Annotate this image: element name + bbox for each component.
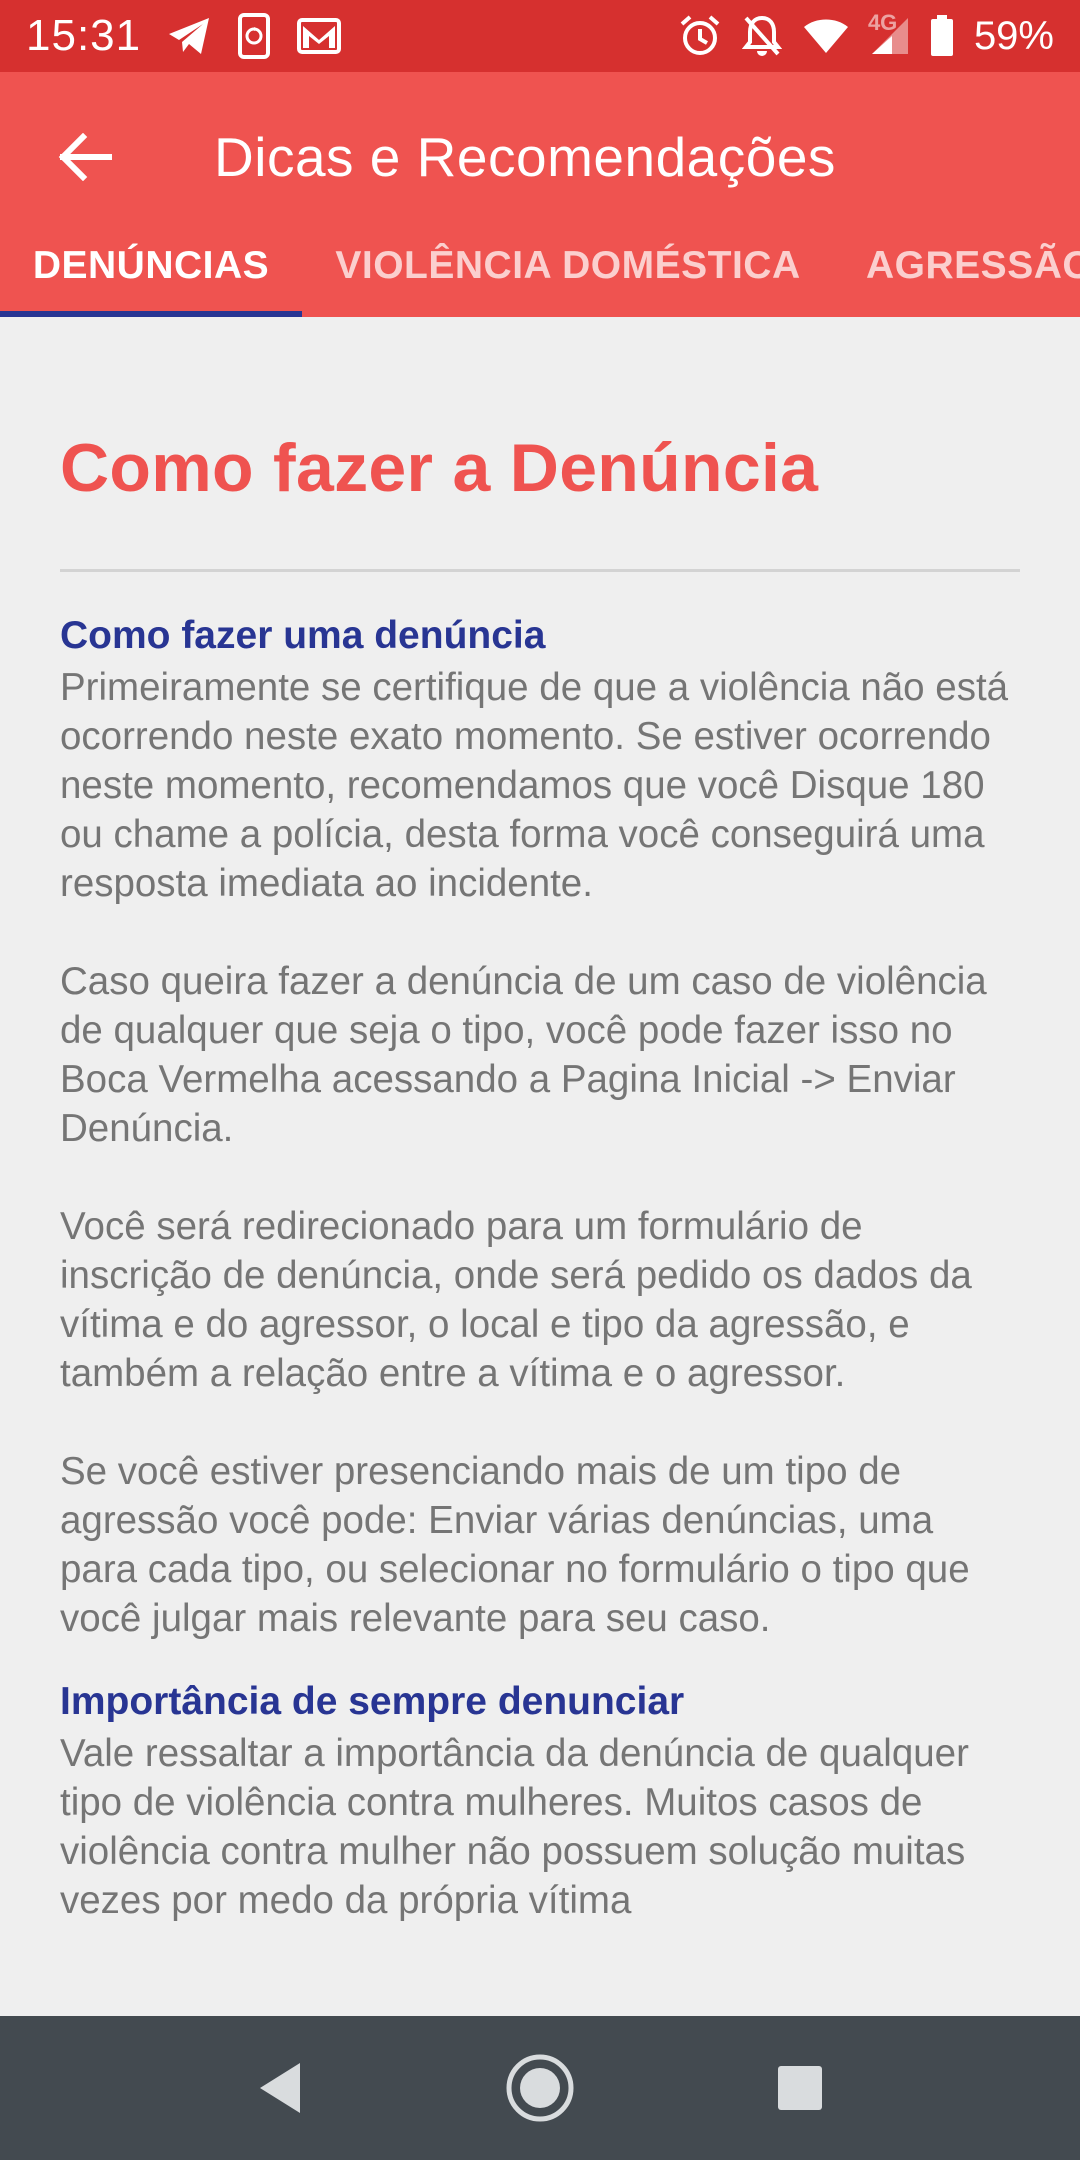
recents-square-icon bbox=[778, 2066, 822, 2110]
heading-divider bbox=[60, 569, 1020, 572]
status-time: 15:31 bbox=[26, 11, 142, 60]
section-paragraph: Você será redirecionado para um formulár… bbox=[60, 1205, 972, 1395]
app-title: Dicas e Recomendações bbox=[214, 126, 836, 188]
section-paragraph: Primeiramente se certifique de que a vio… bbox=[60, 666, 1009, 905]
nav-back-button[interactable] bbox=[230, 2038, 330, 2138]
app-bar: Dicas e Recomendações DENÚNCIAS VIOLÊNCI… bbox=[0, 72, 1080, 317]
section-title: Como fazer uma denúncia bbox=[60, 614, 546, 657]
battery-icon bbox=[930, 15, 954, 57]
wifi-icon bbox=[802, 17, 850, 55]
status-right-group: 4G 59% bbox=[678, 10, 1054, 59]
notifications-off-icon bbox=[741, 14, 782, 58]
status-bar: 15:31 4G 59% bbox=[0, 0, 1080, 72]
section-paragraph: Caso queira fazer a denúncia de um caso … bbox=[60, 960, 987, 1150]
back-button[interactable] bbox=[40, 112, 130, 202]
cell-signal-icon: 4G bbox=[868, 10, 910, 56]
article-body: Como fazer uma denúncia Primeiramente se… bbox=[60, 609, 1020, 1935]
section-paragraph: Vale ressaltar a importância da denúncia… bbox=[60, 1732, 969, 1922]
gmail-icon bbox=[297, 18, 342, 54]
home-circle-icon bbox=[506, 2054, 574, 2122]
tab-denuncias[interactable]: DENÚNCIAS bbox=[0, 242, 302, 317]
battery-percentage: 59% bbox=[973, 13, 1054, 58]
section-paragraph: Se você estiver presenciando mais de um … bbox=[60, 1450, 970, 1640]
navigation-bar bbox=[0, 2016, 1080, 2160]
nav-recents-button[interactable] bbox=[750, 2038, 850, 2138]
alarm-icon bbox=[678, 14, 722, 58]
back-triangle-icon bbox=[260, 2063, 300, 2113]
section-title: Importância de sempre denunciar bbox=[60, 1680, 685, 1723]
tab-violencia-domestica[interactable]: VIOLÊNCIA DOMÉSTICA bbox=[335, 242, 800, 317]
page-heading: Como fazer a Denúncia bbox=[60, 430, 819, 506]
toolbar: Dicas e Recomendações bbox=[0, 72, 1080, 242]
tab-strip: DENÚNCIAS VIOLÊNCIA DOMÉSTICA AGRESSÃO bbox=[0, 242, 1080, 317]
content-area[interactable]: Como fazer a Denúncia Como fazer uma den… bbox=[0, 317, 1080, 1957]
arrow-back-icon bbox=[58, 133, 112, 181]
status-left-group: 15:31 bbox=[26, 11, 342, 61]
phone-sync-icon bbox=[237, 13, 271, 59]
network-type-label: 4G bbox=[867, 10, 898, 35]
telegram-icon bbox=[167, 16, 211, 56]
nav-home-button[interactable] bbox=[490, 2038, 590, 2138]
tab-agressao[interactable]: AGRESSÃO bbox=[866, 242, 1080, 317]
